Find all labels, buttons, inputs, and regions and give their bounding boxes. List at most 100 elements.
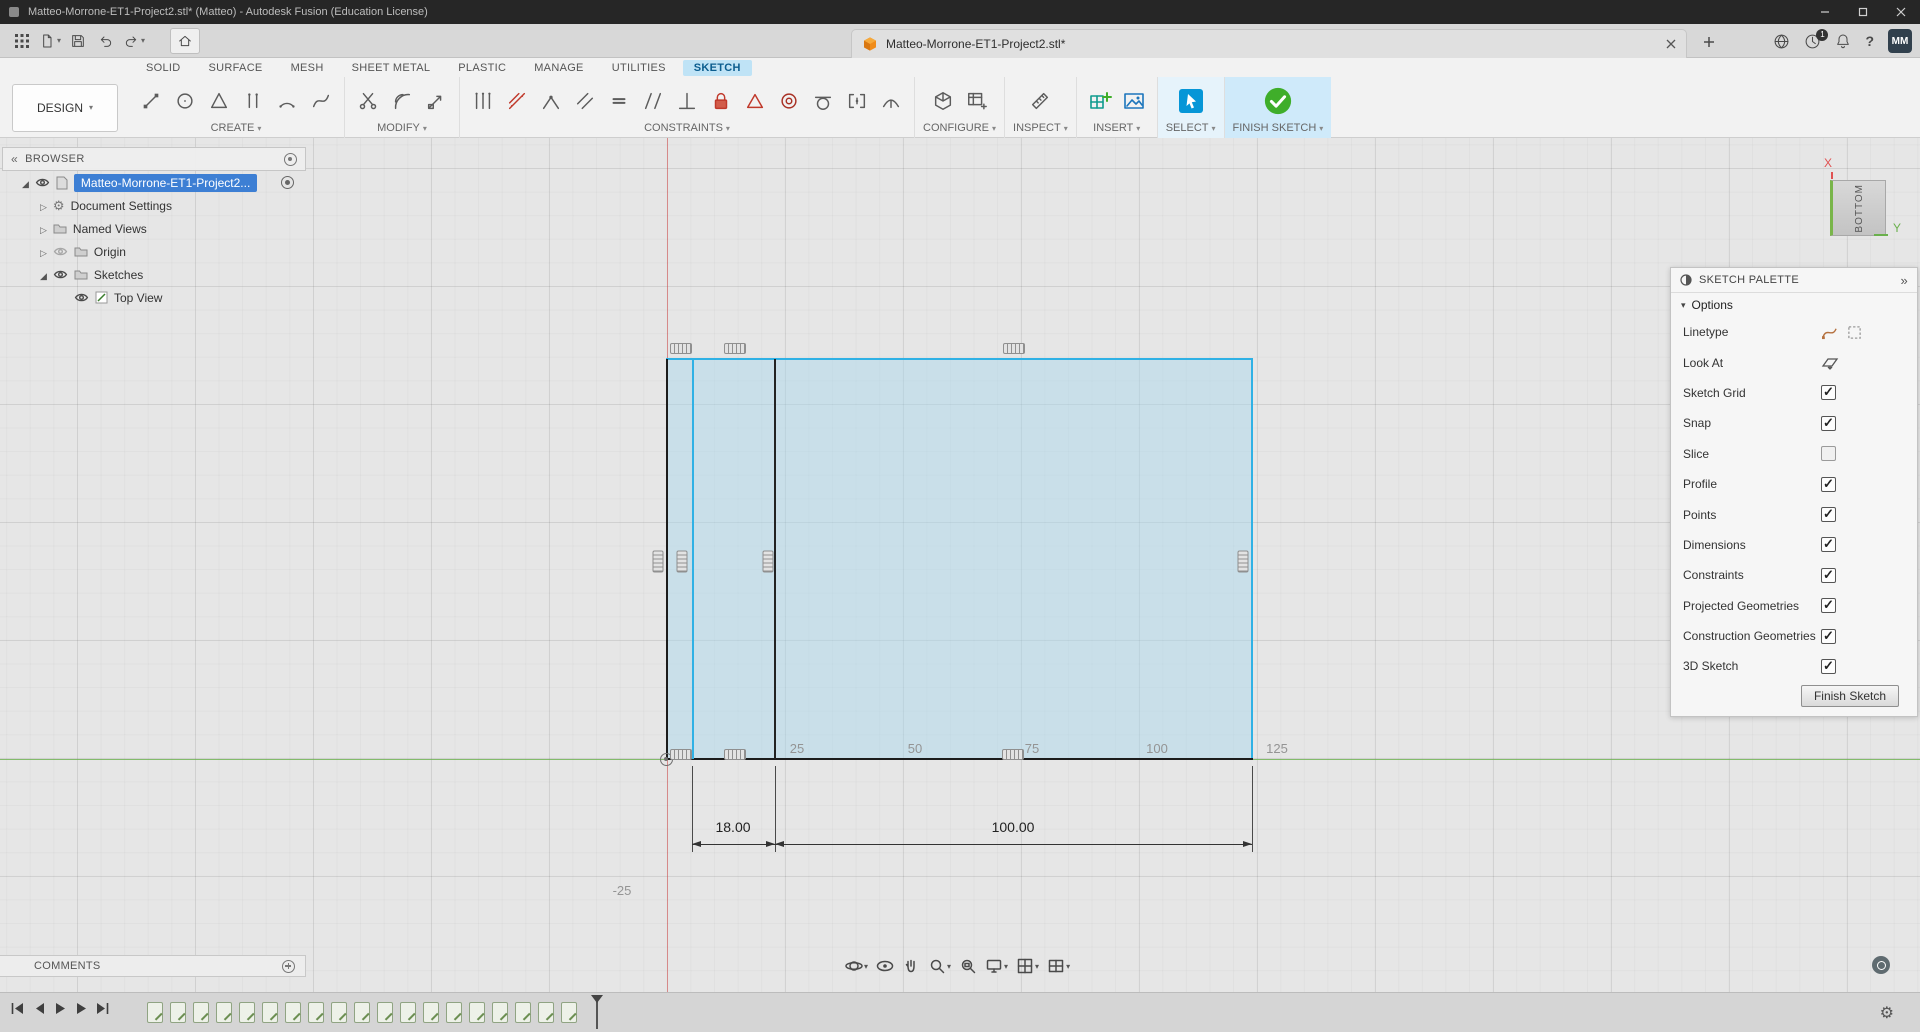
sketch-line-inner-1[interactable] <box>692 359 694 759</box>
timeline-marker[interactable] <box>239 1002 255 1023</box>
linetype-spline-icon[interactable] <box>1821 325 1838 340</box>
dimensions-checkbox[interactable] <box>1821 537 1836 552</box>
3d-sketch-checkbox[interactable] <box>1821 659 1836 674</box>
sketch-dimension-icon[interactable] <box>502 86 532 116</box>
app-grid-menu-icon[interactable] <box>8 28 36 54</box>
browser-row-origin[interactable]: Origin <box>2 240 306 263</box>
rectangular-pattern-icon[interactable] <box>468 86 498 116</box>
home-view-button[interactable] <box>170 28 200 54</box>
undo-icon[interactable] <box>92 28 120 54</box>
constraints-checkbox[interactable] <box>1821 568 1836 583</box>
timeline-marker[interactable] <box>216 1002 232 1023</box>
minimize-button[interactable] <box>1806 0 1844 24</box>
timeline-marker[interactable] <box>377 1002 393 1023</box>
circle-tool-icon[interactable] <box>170 86 200 116</box>
timeline-marker[interactable] <box>538 1002 554 1023</box>
points-checkbox[interactable] <box>1821 507 1836 522</box>
sketch-line-inner-2[interactable] <box>774 359 776 759</box>
line-tool-icon[interactable] <box>136 86 166 116</box>
maximize-button[interactable] <box>1844 0 1882 24</box>
slot-tool-icon[interactable] <box>238 86 268 116</box>
sketch-line-right[interactable] <box>1251 359 1253 759</box>
polygon-tool-icon[interactable] <box>204 86 234 116</box>
go-to-end-icon[interactable] <box>96 1002 110 1015</box>
browser-row-sketches[interactable]: Sketches <box>2 263 306 286</box>
expand-icon[interactable] <box>40 268 47 282</box>
collapsed-icon[interactable] <box>40 199 47 213</box>
look-at-nav-icon[interactable] <box>876 957 894 975</box>
browser-row-document-settings[interactable]: Document Settings <box>2 194 306 217</box>
dimension-value-100[interactable]: 100.00 <box>992 819 1035 835</box>
dimension-value-18[interactable]: 18.00 <box>715 819 750 835</box>
timeline-marker[interactable] <box>561 1002 577 1023</box>
pan-icon[interactable] <box>902 957 920 975</box>
perpendicular-constraint-icon[interactable] <box>672 86 702 116</box>
configure-dropdown[interactable]: CONFIGURE <box>923 122 996 134</box>
configuration-table-icon[interactable] <box>962 86 992 116</box>
orbit-icon[interactable]: ▾ <box>845 957 868 975</box>
sketch-grid-checkbox[interactable] <box>1821 385 1836 400</box>
visibility-eye-icon[interactable] <box>53 269 68 280</box>
coincident-constraint-icon[interactable] <box>536 86 566 116</box>
parallel-constraint-icon[interactable] <box>638 86 668 116</box>
browser-row-named-views[interactable]: Named Views <box>2 217 306 240</box>
fix-constraint-icon[interactable] <box>706 86 736 116</box>
select-tool-icon[interactable] <box>1176 86 1206 116</box>
dimension-line-18[interactable] <box>692 844 775 845</box>
tab-sketch[interactable]: SKETCH <box>683 60 752 76</box>
concentric-constraint-icon[interactable] <box>774 86 804 116</box>
dimension-line-100[interactable] <box>775 844 1252 845</box>
timeline-marker[interactable] <box>331 1002 347 1023</box>
timeline-marker[interactable] <box>423 1002 439 1023</box>
tab-surface[interactable]: SURFACE <box>198 60 274 76</box>
sketch-scale-tool-icon[interactable] <box>421 86 451 116</box>
timeline-marker[interactable] <box>446 1002 462 1023</box>
timeline-marker[interactable] <box>285 1002 301 1023</box>
sketch-line-left[interactable] <box>666 359 668 759</box>
timeline-marker[interactable] <box>515 1002 531 1023</box>
step-back-icon[interactable] <box>33 1002 45 1015</box>
dimension-badge[interactable] <box>670 343 692 354</box>
close-button[interactable] <box>1882 0 1920 24</box>
curvature-constraint-icon[interactable] <box>876 86 906 116</box>
dimension-badge[interactable] <box>677 551 688 573</box>
projected-geometries-checkbox[interactable] <box>1821 598 1836 613</box>
notifications-bell-icon[interactable] <box>1835 33 1851 49</box>
construction-geometries-checkbox[interactable] <box>1821 629 1836 644</box>
activate-component-icon[interactable] <box>281 176 294 189</box>
tab-utilities[interactable]: UTILITIES <box>601 60 677 76</box>
timeline-playhead[interactable] <box>596 996 598 1029</box>
timeline-marker[interactable] <box>262 1002 278 1023</box>
job-status-icon[interactable]: 1 <box>1804 33 1821 50</box>
select-dropdown[interactable]: SELECT <box>1166 122 1216 134</box>
viewports-icon[interactable]: ▾ <box>1047 957 1070 975</box>
assistant-icon[interactable] <box>1872 956 1890 974</box>
document-tab[interactable]: Matteo-Morrone-ET1-Project2.stl* <box>851 29 1687 58</box>
spline-tool-icon[interactable] <box>306 86 336 116</box>
trim-tool-icon[interactable] <box>353 86 383 116</box>
configure-icon[interactable] <box>928 86 958 116</box>
collinear-constraint-icon[interactable] <box>570 86 600 116</box>
tangent-constraint-icon[interactable] <box>808 86 838 116</box>
workspace-selector[interactable]: DESIGN <box>12 84 118 132</box>
timeline-marker[interactable] <box>170 1002 186 1023</box>
zoom-icon[interactable]: ▾ <box>928 957 951 975</box>
insert-mesh-icon[interactable] <box>1085 86 1115 116</box>
symmetry-constraint-icon[interactable] <box>740 86 770 116</box>
slice-checkbox[interactable] <box>1821 446 1836 461</box>
dimension-badge[interactable] <box>1238 551 1249 573</box>
create-dropdown[interactable]: CREATE <box>211 122 262 134</box>
insert-dropdown[interactable]: INSERT <box>1093 122 1140 134</box>
visibility-eye-icon[interactable] <box>74 292 89 303</box>
sketch-line-bottom[interactable] <box>666 758 1253 760</box>
step-forward-icon[interactable] <box>75 1002 87 1015</box>
web-home-icon[interactable] <box>1773 33 1790 50</box>
tab-sheet-metal[interactable]: SHEET METAL <box>341 60 442 76</box>
offset-tool-icon[interactable] <box>387 86 417 116</box>
tab-plastic[interactable]: PLASTIC <box>447 60 517 76</box>
tab-manage[interactable]: MANAGE <box>523 60 594 76</box>
browser-collapse-icon[interactable] <box>11 152 18 166</box>
tab-close-icon[interactable] <box>1666 39 1676 49</box>
visibility-eye-icon[interactable] <box>53 246 68 257</box>
tab-solid[interactable]: SOLID <box>135 60 192 76</box>
